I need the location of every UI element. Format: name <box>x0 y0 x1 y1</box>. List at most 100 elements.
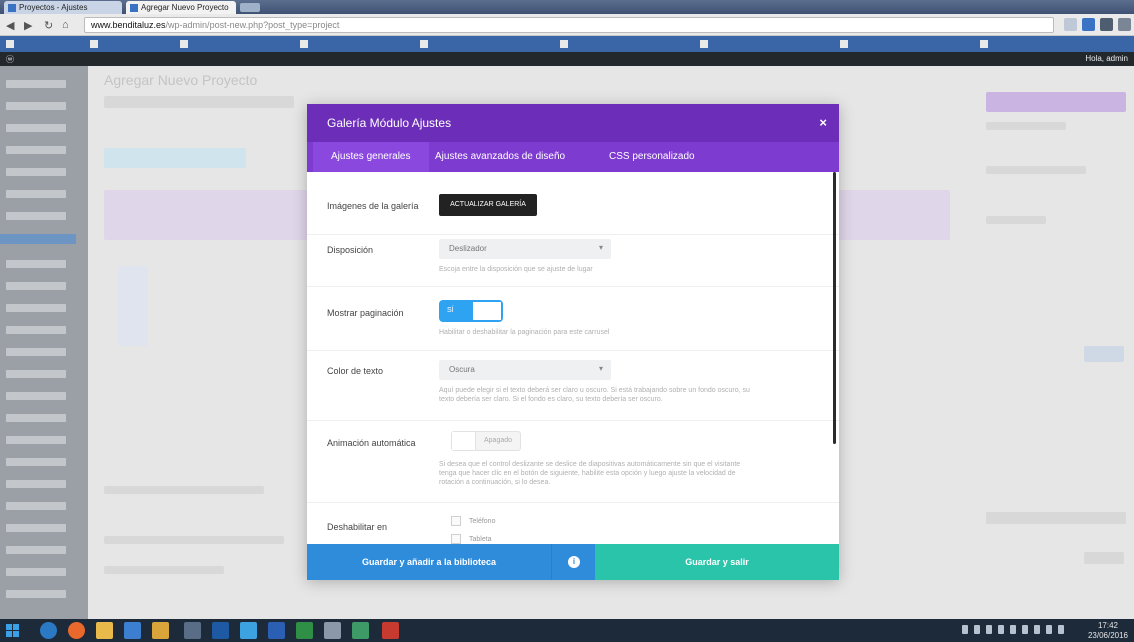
app-icon[interactable] <box>324 622 341 639</box>
extension-icon[interactable] <box>1100 18 1113 31</box>
sidebar-item-active[interactable] <box>0 234 76 244</box>
reload-icon[interactable]: ↻ <box>44 19 53 32</box>
bookmark-item[interactable] <box>180 39 193 48</box>
app-icon[interactable] <box>240 622 257 639</box>
sidebar-item[interactable] <box>6 370 66 378</box>
sidebar-item[interactable] <box>6 80 66 88</box>
app-icon[interactable] <box>352 622 369 639</box>
bookmark-item[interactable] <box>90 39 103 48</box>
text-color-select[interactable]: Oscura ▾ <box>439 360 611 380</box>
tray-icon[interactable] <box>1058 625 1064 634</box>
gallery-images-label: Imágenes de la galería <box>327 201 419 211</box>
folder-icon[interactable] <box>152 622 169 639</box>
menu-icon[interactable] <box>1118 18 1131 31</box>
sidebar-item[interactable] <box>6 436 66 444</box>
autoplay-toggle[interactable]: Apagado <box>451 431 521 451</box>
word-icon[interactable] <box>268 622 285 639</box>
toggle-knob <box>473 302 501 320</box>
text-color-help-text: Aquí puede elegir si el texto deberá ser… <box>439 387 750 403</box>
excel-icon[interactable] <box>296 622 313 639</box>
file-explorer-icon[interactable] <box>96 622 113 639</box>
sidebar-item[interactable] <box>6 546 66 554</box>
sidebar-item[interactable] <box>6 124 66 132</box>
layout-select[interactable]: Deslizador ▾ <box>439 239 611 259</box>
browser-tab-active[interactable]: Agregar Nuevo Proyecto <box>126 1 236 14</box>
phone-checkbox[interactable] <box>451 516 461 526</box>
sidebar-item[interactable] <box>6 524 66 532</box>
bookmark-item[interactable] <box>700 39 713 48</box>
tray-icon[interactable] <box>1010 625 1016 634</box>
star-icon[interactable] <box>1064 18 1077 31</box>
tray-icon[interactable] <box>1046 625 1052 634</box>
sidebar-item[interactable] <box>6 168 66 176</box>
update-gallery-button[interactable]: ACTUALIZAR GALERÍA <box>439 194 537 216</box>
divider <box>307 420 839 421</box>
tray-icon[interactable] <box>962 625 968 634</box>
sidebar-item[interactable] <box>6 502 66 510</box>
firefox-icon[interactable] <box>68 622 85 639</box>
divider <box>307 286 839 287</box>
tray-icon[interactable] <box>986 625 992 634</box>
bookmark-item[interactable] <box>300 39 313 48</box>
modal-scrollbar[interactable] <box>833 172 836 444</box>
app-icon[interactable] <box>184 622 201 639</box>
pagination-toggle[interactable]: SÍ <box>439 300 503 322</box>
close-icon[interactable]: × <box>819 115 827 130</box>
info-icon: i <box>568 556 580 568</box>
extension-icon[interactable] <box>1082 18 1095 31</box>
account-menu[interactable]: Hola, admin <box>1085 54 1128 63</box>
sidebar-item[interactable] <box>6 414 66 422</box>
help-button[interactable]: i <box>551 544 595 580</box>
sidebar-item[interactable] <box>6 392 66 400</box>
layout-label: Disposición <box>327 245 374 255</box>
bookmark-item[interactable] <box>980 39 993 48</box>
tray-icon[interactable] <box>1034 625 1040 634</box>
sidebar-item[interactable] <box>6 326 66 334</box>
chevron-down-icon: ▾ <box>598 243 603 252</box>
sidebar-item[interactable] <box>6 304 66 312</box>
publish-button[interactable] <box>1084 346 1124 362</box>
sidebar-item[interactable] <box>6 212 66 220</box>
save-and-exit-button[interactable]: Guardar y salir <box>595 544 839 580</box>
tab-advanced-design[interactable]: Ajustes avanzados de diseño <box>417 142 583 172</box>
bookmark-item[interactable] <box>420 39 433 48</box>
system-clock[interactable]: 17:42 23/06/2016 <box>1088 621 1128 641</box>
sidebar-item[interactable] <box>6 480 66 488</box>
sidebar-item[interactable] <box>6 282 66 290</box>
browser-tab[interactable]: Proyectos - Ajustes <box>4 1 122 14</box>
tab-general-settings[interactable]: Ajustes generales <box>313 142 429 172</box>
sidebar-item[interactable] <box>6 190 66 198</box>
photoshop-icon[interactable] <box>212 622 229 639</box>
home-icon[interactable]: ⌂ <box>62 19 69 31</box>
tab-custom-css[interactable]: CSS personalizado <box>591 142 713 172</box>
builder-toggle-button[interactable] <box>104 148 246 168</box>
wordpress-logo-icon[interactable]: ⓦ <box>6 54 14 65</box>
back-icon[interactable]: ◀ <box>6 19 14 32</box>
url-input[interactable]: www.benditaluz.es/wp-admin/post-new.php?… <box>84 17 1054 33</box>
bookmark-item[interactable] <box>560 39 573 48</box>
tablet-checkbox[interactable] <box>451 534 461 544</box>
windows-start-icon[interactable] <box>6 624 19 637</box>
forward-icon[interactable]: ▶ <box>24 19 32 32</box>
title-input[interactable] <box>104 96 294 108</box>
bookmark-item[interactable] <box>6 39 19 48</box>
sidebar-item[interactable] <box>6 260 66 268</box>
sidebar-item[interactable] <box>6 568 66 576</box>
sidebar-item[interactable] <box>6 590 66 598</box>
sidebar-item[interactable] <box>6 348 66 356</box>
internet-explorer-icon[interactable] <box>40 622 57 639</box>
sidebar-item[interactable] <box>6 146 66 154</box>
bookmark-item[interactable] <box>840 39 853 48</box>
sidebar-item[interactable] <box>6 458 66 466</box>
app-icon[interactable] <box>124 622 141 639</box>
tray-icon[interactable] <box>1022 625 1028 634</box>
save-to-library-button[interactable]: Guardar y añadir a la biblioteca <box>307 544 551 580</box>
tray-icon[interactable] <box>998 625 1004 634</box>
sidebar-item[interactable] <box>6 102 66 110</box>
new-tab-button[interactable] <box>240 3 260 12</box>
panel-button[interactable] <box>1084 552 1124 564</box>
metabox-line <box>104 536 284 544</box>
tray-icon[interactable] <box>974 625 980 634</box>
pdf-reader-icon[interactable] <box>382 622 399 639</box>
panel-select[interactable] <box>986 512 1126 524</box>
